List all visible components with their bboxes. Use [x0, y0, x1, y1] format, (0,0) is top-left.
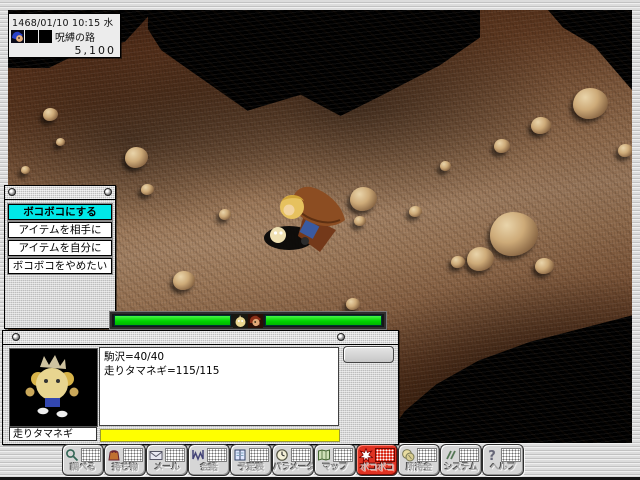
enemy-hp-bar — [265, 315, 382, 326]
drag-dots — [459, 448, 479, 462]
drag-dots — [501, 448, 521, 462]
drag-dots — [333, 448, 353, 462]
drag-dots — [123, 448, 143, 462]
toolbar-button-help[interactable]: ? ヘルプ — [482, 444, 524, 476]
party-slot-empty — [39, 30, 52, 43]
party-slot-empty — [25, 30, 38, 43]
schedule-icon — [233, 448, 247, 462]
main-toolbar: 調べる 持ち物 メール 会話 予定表 パラメータ マップ ボコボコ — [0, 443, 640, 477]
menu-item-item-to-self[interactable]: アイテムを自分に — [8, 240, 112, 256]
status-hud: 1468/01/10 10:15 水 呪縛の路 5,100 — [8, 13, 121, 58]
toolbar-button-schedule[interactable]: 予定表 — [230, 444, 272, 476]
battle-message-box: 駒沢=40/40 走りタマネギ=115/115 — [99, 347, 339, 426]
game-screen: 1468/01/10 10:15 水 呪縛の路 5,100 ボコボコにする アイ… — [0, 0, 640, 480]
pet-gauge-bar — [100, 429, 340, 442]
battle-menu-window: ボコボコにする アイテムを相手に アイテムを自分に ボコボコをやめたい — [4, 185, 116, 329]
game-datetime: 1468/01/10 10:15 水 — [9, 14, 120, 29]
party-window-titlebar[interactable] — [3, 331, 398, 345]
player-face-icon — [11, 30, 24, 43]
toolbar-button-money[interactable]: 所持金 — [398, 444, 440, 476]
running-onion-portrait — [10, 349, 95, 424]
battle-hp-panel — [110, 312, 386, 329]
map-icon — [317, 448, 331, 462]
bag-icon — [107, 448, 121, 462]
screw-icon — [12, 333, 20, 341]
battle-menu-titlebar[interactable] — [5, 186, 115, 200]
toolbar-button-investigate[interactable]: 調べる — [62, 444, 104, 476]
drag-dots — [165, 448, 185, 462]
drag-dots — [81, 448, 101, 462]
battle-message-line: 走りタマネギ=115/115 — [104, 364, 334, 378]
clock-icon — [275, 448, 289, 462]
svg-text:?: ? — [488, 449, 496, 462]
onion-pet-icon — [233, 314, 248, 328]
mail-icon — [149, 448, 163, 462]
toolbar-button-mail[interactable]: メール — [146, 444, 188, 476]
system-icon — [443, 448, 457, 462]
toolbar-button-inventory[interactable]: 持ち物 — [104, 444, 146, 476]
toolbar-button-bokoboko[interactable]: ボコボコ — [356, 444, 398, 476]
pet-portrait — [9, 348, 98, 427]
help-icon: ? — [485, 448, 499, 462]
drag-dots — [375, 448, 395, 462]
magnifier-icon — [65, 448, 79, 462]
party-window-button[interactable] — [343, 346, 394, 363]
drag-dots — [207, 448, 227, 462]
party-status-window: 駒沢=40/40 走りタマネギ=115/115 走りタマネギ — [2, 330, 399, 445]
money-amount: 5,100 — [9, 44, 120, 57]
drag-dots — [417, 448, 437, 462]
rock — [618, 144, 632, 157]
battle-message-line: 駒沢=40/40 — [104, 350, 334, 364]
toolbar-button-parameters[interactable]: パラメータ — [272, 444, 314, 476]
pet-name-label: 走りタマネギ — [9, 427, 97, 441]
screw-icon — [337, 333, 345, 341]
screw-icon — [104, 188, 112, 196]
menu-item-stop-bokoboko[interactable]: ボコボコをやめたい — [8, 258, 112, 274]
location-name: 呪縛の路 — [55, 29, 95, 44]
burst-icon — [359, 448, 373, 462]
money-icon — [401, 448, 415, 462]
toolbar-button-system[interactable]: システム — [440, 444, 482, 476]
drag-dots — [291, 448, 311, 462]
toolbar-button-chat[interactable]: 会話 — [188, 444, 230, 476]
drag-dots — [249, 448, 269, 462]
player-character — [260, 180, 356, 258]
enemy-face-icon — [248, 314, 263, 328]
menu-item-bokoboko-attack[interactable]: ボコボコにする — [8, 204, 112, 220]
screw-icon — [8, 188, 16, 196]
chat-icon — [191, 448, 205, 462]
toolbar-button-map[interactable]: マップ — [314, 444, 356, 476]
menu-item-item-to-opponent[interactable]: アイテムを相手に — [8, 222, 112, 238]
ally-hp-bar — [114, 315, 231, 326]
